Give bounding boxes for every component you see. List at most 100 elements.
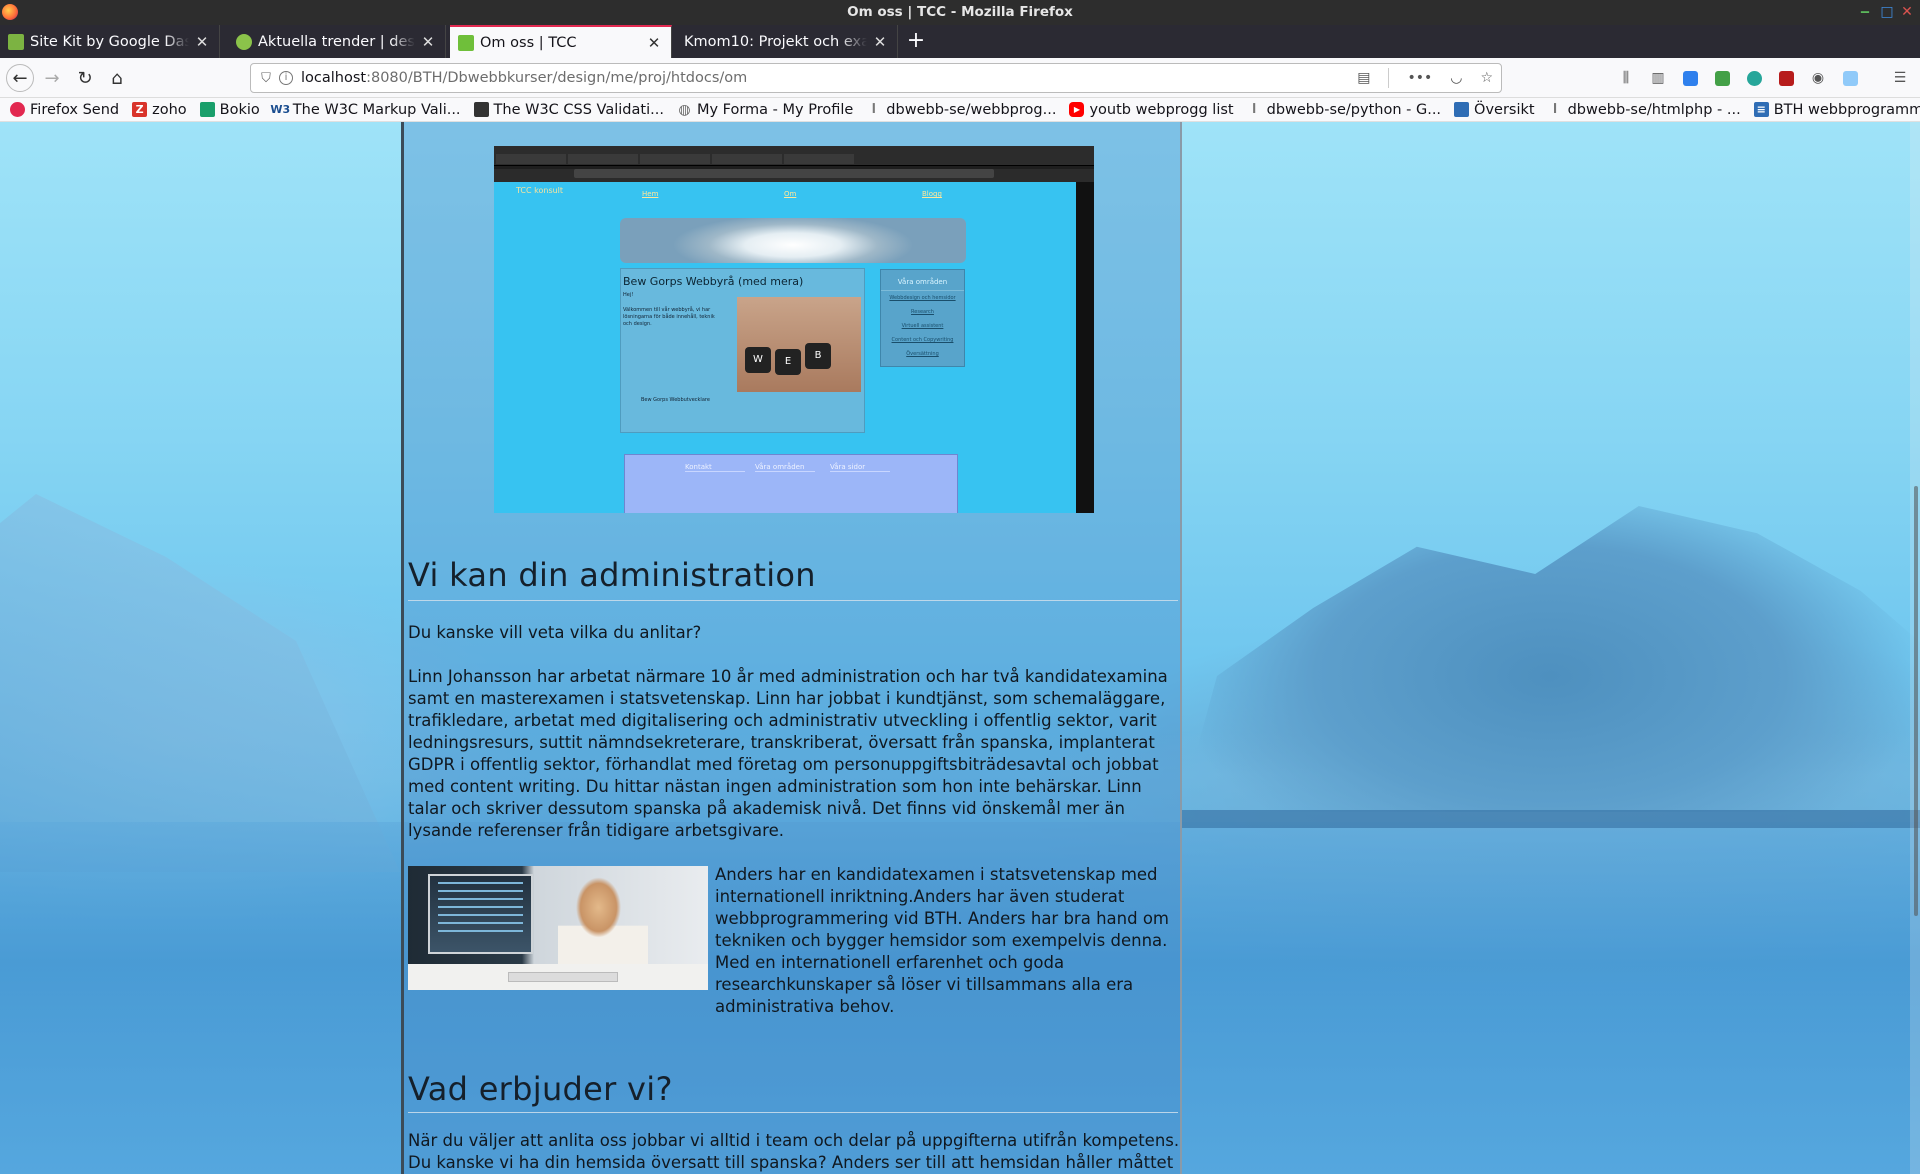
firefox-icon [2,4,18,20]
screenshot-text: Välkommen till vår webbyrå, vi har lösni… [623,307,715,327]
back-icon[interactable]: ← [6,64,34,92]
background-mountain [0,494,400,872]
firefox-send-icon [10,102,25,117]
screenshot-key: E [775,349,801,375]
toolbar-extensions: ⫼ ▥ ◉ ☰ [1616,68,1910,88]
section-heading-administration: Vi kan din administration [408,556,816,594]
home-icon[interactable]: ⌂ [103,64,131,92]
screenshot-sidebar-link: Översättning [906,351,939,357]
tab-aktuella-trender[interactable]: Aktuella trender | design ✕ [228,25,446,58]
lead-text: Du kanske vill veta vilka du anlitar? [408,623,702,642]
css-validator-icon [473,102,489,117]
bookmark-dbwebb-python[interactable]: ꟾ dbwebb-se/python - G... [1247,102,1441,118]
url-bar[interactable]: ⛉ i localhost:8080/BTH/Dbwebbkurser/desi… [250,63,1502,93]
bookmark-youtube[interactable]: ▶ youtb webprogg list [1069,102,1234,118]
bookmark-dbwebb-htmlphp[interactable]: ꟾ dbwebb-se/htmlphp - ... [1548,102,1741,118]
content-column: TCC konsult Hem Om Blogg Bew Gorps Webby… [401,122,1182,1174]
screenshot-cloud-banner [620,218,966,263]
maximize-icon[interactable]: □ [1876,0,1898,25]
bookmark-zoho[interactable]: Zzoho [132,102,187,118]
screenshot-footer: Kontakt Våra områden Våra sidor [624,454,958,513]
tab-label: Aktuella trender | design [258,33,415,50]
page-scrollbar[interactable] [1910,122,1920,1174]
scrollbar-thumb[interactable] [1914,486,1918,916]
close-tab-icon[interactable]: ✕ [871,33,889,51]
extension-circle-icon[interactable] [1744,68,1764,88]
screenshot-scrollbar [1076,182,1094,513]
anders-bio-paragraph: Anders har en kandidatexamen i statsvete… [715,865,1169,1016]
bookmark-dbwebb-webbprog[interactable]: ꟾ dbwebb-se/webbprog... [866,102,1057,118]
navigation-toolbar: ← → ↻ ⌂ ⛉ i localhost:8080/BTH/Dbwebbkur… [0,58,1920,98]
tracking-shield-icon[interactable]: ⛉ [253,71,279,86]
sidebar-icon[interactable]: ▥ [1648,68,1668,88]
site-info-icon[interactable]: i [279,71,293,85]
screenshot-sidebar: Våra områden Webbdesign och hemsidor Res… [880,269,965,367]
screenshot-main-box: Bew Gorps Webbyrå (med mera) Hej! Välkom… [620,268,865,433]
screenshot-sidebar-link: Virtuell assistent [901,323,944,329]
page-viewport[interactable]: TCC konsult Hem Om Blogg Bew Gorps Webby… [0,122,1920,1174]
account-icon[interactable]: ◉ [1808,68,1828,88]
minimize-icon[interactable]: ‒ [1854,0,1876,25]
screenshot-author: Bew Gorps Webbutvecklare [641,397,710,403]
tab-site-kit[interactable]: Site Kit by Google Dashboard ✕ [0,25,220,58]
website-screenshot-image: TCC konsult Hem Om Blogg Bew Gorps Webby… [494,146,1094,513]
tab-kmom10[interactable]: Kmom10: Projekt och examination ✕ [676,25,898,58]
window-title: Om oss | TCC - Mozilla Firefox [847,4,1073,20]
youtube-icon: ▶ [1069,102,1085,117]
window-title-bar: Om oss | TCC - Mozilla Firefox ‒ □ ✕ [0,0,1920,25]
bookmark-my-forma[interactable]: ◍ My Forma - My Profile [677,102,853,118]
menu-icon[interactable]: ☰ [1890,68,1910,88]
close-tab-icon[interactable]: ✕ [645,34,663,52]
bokio-icon [199,102,215,117]
linn-bio-paragraph: Linn Johansson har arbetat närmare 10 år… [408,667,1168,840]
section-divider [408,1112,1178,1113]
page-actions-icon[interactable]: ••• [1407,70,1432,86]
screenshot-sidebar-link: Content och Copywriting [891,337,954,343]
screenshot-sidebar-link: Research [911,309,934,315]
tab-strip: Site Kit by Google Dashboard ✕ Aktuella … [0,25,1920,58]
woman-at-computer-photo [408,866,708,990]
library-icon[interactable]: ⫼ [1616,68,1636,88]
site-kit-icon [8,33,24,50]
w3c-icon: W3 [270,103,291,116]
pocket-icon[interactable]: ◡ [1450,70,1462,86]
extension-s-icon[interactable] [1680,68,1700,88]
dbwebb-icon: ꟾ [1553,103,1558,116]
tab-om-oss[interactable]: Om oss | TCC ✕ [450,25,672,58]
section-divider [408,600,1178,601]
new-tab-button[interactable]: + [903,25,929,58]
bookmark-firefox-send[interactable]: Firefox Send [10,102,119,118]
close-tab-icon[interactable]: ✕ [419,33,437,51]
screenshot-greeting: Hej! [623,292,634,298]
bookmark-star-icon[interactable]: ☆ [1480,70,1493,86]
extension-blue-icon[interactable] [1840,68,1860,88]
tab-label: Site Kit by Google Dashboard [30,33,189,50]
extension-green-icon[interactable] [1712,68,1732,88]
tab-label: Kmom10: Projekt och examination [684,33,867,50]
screenshot-page: TCC konsult Hem Om Blogg Bew Gorps Webby… [494,182,1076,513]
screenshot-key: W [745,347,771,373]
bookmark-oversikt[interactable]: Översikt [1454,102,1535,118]
zoho-icon: Z [132,102,148,117]
reload-icon[interactable]: ↻ [71,64,99,92]
screenshot-footer-heading: Kontakt [685,463,745,472]
screenshot-nav-item: Om [784,190,797,198]
bookmark-bokio[interactable]: Bokio [199,102,260,118]
bookmark-w3c-markup[interactable]: W3 The W3C Markup Vali... [270,102,460,118]
screenshot-sidebar-link: Webbdesign och hemsidor [889,295,956,301]
close-window-icon[interactable]: ✕ [1896,0,1918,25]
screenshot-titlebar [494,146,1094,166]
ublock-icon[interactable] [1776,68,1796,88]
offer-text-line-1: När du väljer att anlita oss jobbar vi a… [408,1131,1180,1150]
tab-label: Om oss | TCC [480,34,577,51]
forward-icon[interactable]: → [38,64,66,92]
screenshot-key: B [805,343,831,369]
close-tab-icon[interactable]: ✕ [193,33,211,51]
url-text[interactable]: localhost:8080/BTH/Dbwebbkurser/design/m… [301,70,1357,86]
reader-view-icon[interactable]: ▤ [1357,70,1370,86]
bookmark-w3c-css[interactable]: The W3C CSS Validati... [473,102,664,118]
screenshot-footer-heading: Våra områden [755,463,815,472]
bookmark-bth[interactable]: ≡BTH webbprogramme... [1753,102,1920,118]
bookmarks-toolbar: Firefox Send Zzoho Bokio W3 The W3C Marku… [0,98,1920,122]
dbwebb-icon: ꟾ [871,103,876,116]
